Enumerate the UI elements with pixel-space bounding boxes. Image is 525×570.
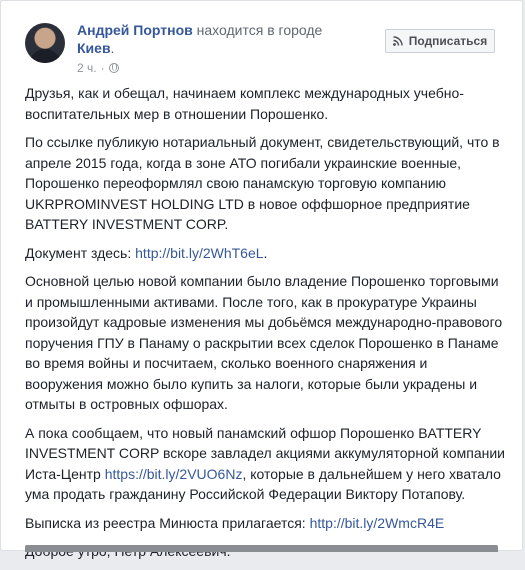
post-paragraph-3: Документ здесь: http://bit.ly/2WhT6eL. (25, 243, 505, 264)
globe-icon[interactable] (108, 63, 119, 73)
post-paragraph-6: Выписка из реестра Минюста прилагается: … (25, 513, 505, 534)
check-in-text: находится в городе (192, 22, 323, 38)
post-body: Друзья, как и обещал, начинаем комплекс … (25, 83, 505, 570)
post-paragraph-4: Основной целью новой компании было владе… (25, 273, 503, 412)
post-author-line: Андрей Портнов находится в городе Киев. (77, 21, 397, 57)
meta-separator: · (100, 61, 105, 75)
post-meta: 2 ч. · (77, 61, 119, 75)
post-card: Андрей Портнов находится в городе Киев. … (0, 0, 523, 559)
document-link[interactable]: http://bit.ly/2WhT6eL (135, 245, 263, 261)
timestamp-link[interactable]: 2 ч. (77, 61, 97, 75)
registry-link[interactable]: http://bit.ly/2WmcR4E (310, 515, 445, 531)
document-suffix: . (263, 244, 268, 261)
subscribe-button[interactable]: Подписаться (385, 29, 495, 53)
location-period: . (110, 40, 115, 56)
post-paragraph-5: А пока сообщаем, что новый панамский офш… (25, 423, 505, 505)
location-link[interactable]: Киев (77, 40, 111, 56)
ista-link[interactable]: https://bit.ly/2VUO6Nz (105, 466, 243, 482)
document-prefix: Документ здесь: (25, 244, 136, 261)
subscribe-label: Подписаться (408, 34, 488, 48)
avatar-shoulders (29, 49, 61, 63)
avatar[interactable] (25, 23, 65, 63)
post-paragraph-1: Друзья, как и обещал, начинаем комплекс … (25, 85, 464, 122)
post-paragraph-2: По ссылке публикую нотариальный документ… (25, 134, 500, 232)
post-header: Андрей Портнов находится в городе Киев. … (13, 13, 513, 75)
rss-icon (392, 36, 403, 46)
registry-prefix: Выписка из реестра Минюста прилагается: (25, 514, 310, 531)
author-name-link[interactable]: Андрей Портнов (77, 22, 193, 38)
